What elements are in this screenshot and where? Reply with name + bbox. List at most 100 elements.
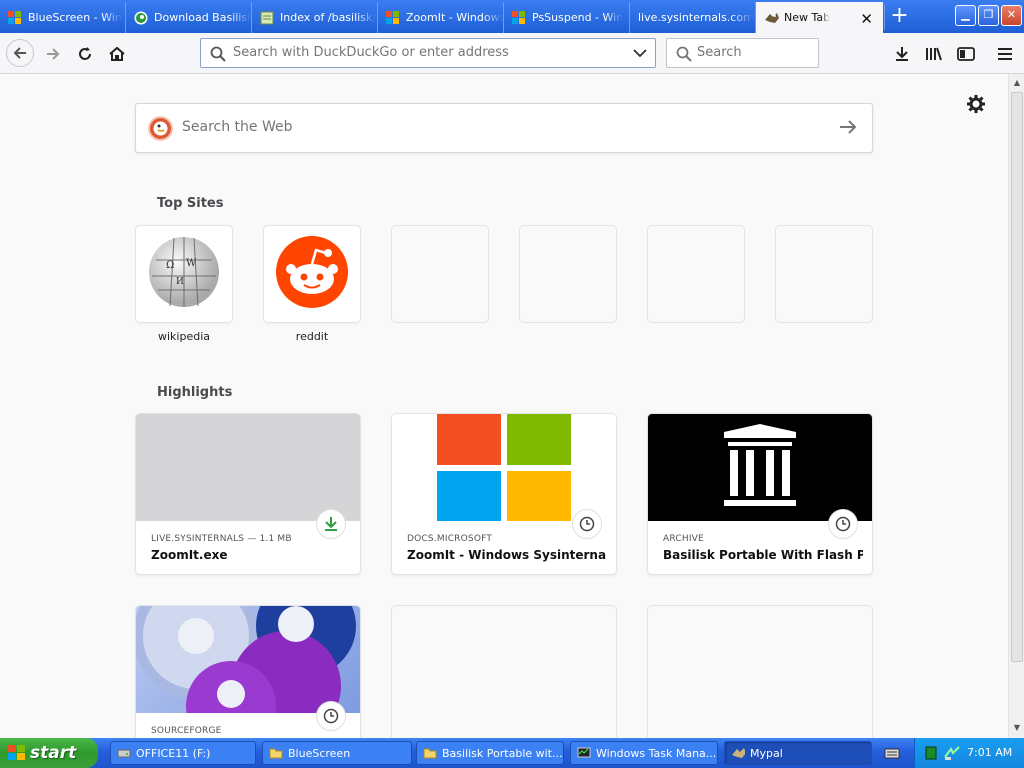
highlight-card-docs-microsoft[interactable]: DOCS.MICROSOFT ZoomIt - Windows Sysinter… xyxy=(392,414,616,574)
tab-label: live.sysinternals.com xyxy=(638,11,754,24)
tab-label: Download Basilisk xyxy=(154,11,251,24)
vertical-scrollbar[interactable]: ▲ ▼ xyxy=(1008,74,1024,738)
tab-pssuspend[interactable]: PsSuspend - Win xyxy=(504,2,630,33)
tab-label: New Tab xyxy=(784,11,831,24)
windows-logo-icon xyxy=(386,10,400,25)
taskbar-item-task-manager[interactable]: Windows Task Mana... xyxy=(570,741,718,765)
top-site-empty-slot[interactable] xyxy=(648,226,744,322)
taskbar-item-basilisk-portable[interactable]: Basilisk Portable wit... xyxy=(416,741,564,765)
taskbar-item-label: Basilisk Portable wit... xyxy=(442,746,563,760)
tab-label: BlueScreen - Win xyxy=(28,11,122,24)
taskbar-item-office11[interactable]: OFFICE11 (F:) xyxy=(110,741,256,765)
sidebar-button[interactable] xyxy=(953,41,979,67)
mypal-icon xyxy=(764,11,779,25)
duckduckgo-logo-icon xyxy=(148,116,173,141)
close-tab-icon[interactable]: ✕ xyxy=(860,10,873,28)
scroll-down-arrow-icon[interactable]: ▼ xyxy=(1010,720,1024,736)
search-icon xyxy=(676,46,692,62)
download-icon xyxy=(317,510,345,538)
close-window-button[interactable]: ✕ xyxy=(1001,5,1022,26)
navigation-toolbar xyxy=(0,33,1024,74)
url-input[interactable] xyxy=(233,45,623,60)
keyboard-icon[interactable] xyxy=(884,746,900,763)
hamburger-menu-icon xyxy=(998,48,1012,60)
back-arrow-icon xyxy=(13,47,26,59)
card-thumbnail xyxy=(136,414,360,521)
wikipedia-logo-icon: Ω W И xyxy=(149,231,219,307)
drive-icon xyxy=(117,749,131,758)
clock-icon xyxy=(573,510,601,538)
search-bar[interactable] xyxy=(666,38,819,68)
folder-icon xyxy=(423,748,437,759)
top-site-empty-slot[interactable] xyxy=(392,226,488,322)
tab-label: PsSuspend - Win xyxy=(532,11,624,24)
top-site-empty-slot[interactable] xyxy=(776,226,872,322)
taskbar-item-mypal[interactable]: Mypal xyxy=(724,741,872,765)
arrow-right-icon[interactable] xyxy=(838,117,858,137)
highlight-card-sourceforge[interactable]: SOURCEFORGE xyxy=(136,606,360,738)
top-site-label: wikipedia xyxy=(157,330,210,343)
battery-icon[interactable] xyxy=(925,746,937,760)
menu-button[interactable] xyxy=(992,41,1018,67)
new-tab-button[interactable]: + xyxy=(884,4,914,30)
windows-flag-icon xyxy=(8,745,25,760)
tab-download-basilisk[interactable]: Download Basilisk xyxy=(126,2,252,33)
reload-button[interactable] xyxy=(72,41,98,67)
forward-button[interactable] xyxy=(40,41,66,67)
card-title: Basilisk Portable With Flash Play... xyxy=(663,548,863,562)
minimize-button[interactable]: ▁ xyxy=(955,5,976,26)
basilisk-icon xyxy=(134,11,148,25)
top-site-reddit[interactable] xyxy=(264,226,360,322)
svg-text:Ω: Ω xyxy=(166,260,174,271)
tab-strip: BlueScreen - Win Download Basilisk Index… xyxy=(0,0,1024,33)
svg-text:И: И xyxy=(176,277,184,287)
taskbar-item-bluescreen[interactable]: BlueScreen xyxy=(262,741,412,765)
windows-logo-icon xyxy=(512,10,526,25)
clock: 7:01 AM xyxy=(967,746,1013,759)
tab-label: Index of /basilisk/ xyxy=(280,11,377,24)
tab-live-sysinternals[interactable]: live.sysinternals.com xyxy=(630,2,756,33)
top-site-wikipedia[interactable]: Ω W И xyxy=(136,226,232,322)
taskbar-item-label: OFFICE11 (F:) xyxy=(136,746,211,760)
highlights-heading: Highlights xyxy=(157,385,233,400)
top-sites-heading: Top Sites xyxy=(157,196,224,211)
page-icon xyxy=(260,11,274,25)
scrollbar-thumb[interactable] xyxy=(1011,92,1023,662)
top-site-empty-slot[interactable] xyxy=(520,226,616,322)
clock-icon xyxy=(317,702,345,730)
tab-zoomit[interactable]: ZoomIt - Windows xyxy=(378,2,504,33)
forward-arrow-icon xyxy=(47,48,60,60)
card-thumbnail xyxy=(136,606,360,713)
library-button[interactable] xyxy=(921,41,947,67)
svg-text:W: W xyxy=(186,258,197,269)
card-title: ZoomIt - Windows Sysinternals |... xyxy=(407,548,607,562)
highlight-card-archive[interactable]: ARCHIVE Basilisk Portable With Flash Pla… xyxy=(648,414,872,574)
tab-index-basilisk[interactable]: Index of /basilisk/ xyxy=(252,2,378,33)
home-button[interactable] xyxy=(104,41,130,67)
restore-button[interactable]: ❐ xyxy=(978,5,999,26)
tab-new-tab[interactable]: New Tab ✕ xyxy=(756,2,883,33)
downloads-button[interactable] xyxy=(889,41,915,67)
windows-logo-icon xyxy=(8,10,22,25)
network-icon[interactable] xyxy=(943,745,961,761)
web-search-box[interactable] xyxy=(135,103,873,153)
scroll-up-arrow-icon[interactable]: ▲ xyxy=(1010,75,1024,91)
chevron-down-icon[interactable] xyxy=(633,49,647,58)
library-icon xyxy=(926,47,942,61)
new-tab-page: Top Sites Ω W И wikipedia xyxy=(0,74,1008,738)
highlight-card-zoomit-exe[interactable]: LIVE.SYSINTERNALS — 1.1 MB ZoomIt.exe xyxy=(136,414,360,574)
task-manager-icon xyxy=(577,747,591,758)
taskbar-item-label: Mypal xyxy=(750,746,783,760)
back-button[interactable] xyxy=(6,39,34,67)
search-input[interactable] xyxy=(697,45,812,60)
taskbar-item-label: Windows Task Mana... xyxy=(596,746,717,760)
url-bar[interactable] xyxy=(200,38,656,68)
start-button[interactable]: start xyxy=(0,738,98,768)
highlight-empty-slot xyxy=(392,606,616,738)
web-search-input[interactable] xyxy=(182,119,782,135)
folder-icon xyxy=(269,748,283,759)
gear-icon[interactable] xyxy=(966,94,986,114)
search-icon xyxy=(210,46,226,62)
system-tray: 7:01 AM xyxy=(914,738,1024,768)
tab-bluescreen[interactable]: BlueScreen - Win xyxy=(0,2,126,33)
